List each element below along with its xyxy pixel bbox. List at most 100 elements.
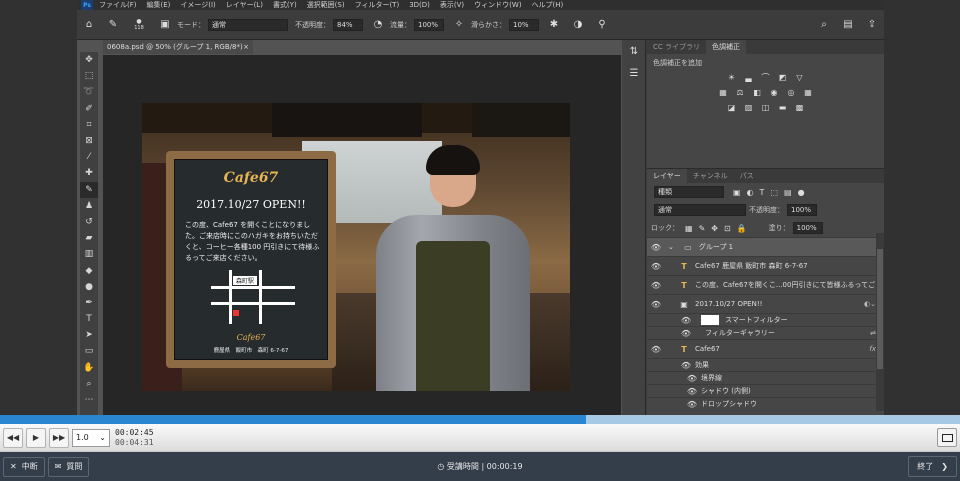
lock-all-icon[interactable]: 🔒 [737, 224, 747, 233]
fullscreen-button[interactable] [937, 428, 957, 447]
menu-edit[interactable]: 編集(E) [147, 0, 171, 10]
brush-settings-icon[interactable]: ▣ [158, 18, 172, 32]
visibility-eye-icon[interactable]: 👁 [677, 361, 695, 370]
menu-file[interactable]: ファイル(F) [99, 0, 137, 10]
move-tool-icon[interactable]: ✥ [80, 52, 98, 68]
filter-smart-icon[interactable]: ▤ [784, 188, 792, 197]
layer-sub-row[interactable]: 👁 シャドウ (内側) [647, 384, 884, 397]
visibility-eye-icon[interactable]: 👁 [683, 374, 701, 383]
menu-help[interactable]: ヘルプ(H) [532, 0, 564, 10]
layer-effects-icon[interactable]: fx [869, 345, 876, 353]
filter-adjust-icon[interactable]: ◐ [747, 188, 754, 197]
history-brush-tool-icon[interactable]: ↺ [80, 214, 98, 230]
lock-artboard-icon[interactable]: ⊡ [724, 224, 731, 233]
layer-sub-row[interactable]: 👁 ドロップシャドウ [647, 397, 884, 410]
menu-select[interactable]: 選択範囲(S) [307, 0, 345, 10]
shape-tool-icon[interactable]: ▭ [80, 343, 98, 359]
vibrance-icon[interactable]: ▽ [792, 72, 807, 83]
layer-sub-row[interactable]: 👁 効果 [647, 358, 884, 371]
rewind-button[interactable]: ◀◀ [3, 427, 23, 448]
brightness-icon[interactable]: ☀ [724, 72, 739, 83]
canvas-image[interactable]: Cafe67 2017.10/27 OPEN!! この度、Cafe67 を開くこ… [142, 103, 570, 391]
eraser-tool-icon[interactable]: ▰ [80, 230, 98, 246]
visibility-eye-icon[interactable]: 👁 [677, 316, 695, 325]
selective-color-icon[interactable]: ▩ [792, 102, 807, 113]
black-white-icon[interactable]: ◧ [750, 87, 765, 98]
smoothing-field[interactable]: 10% [509, 18, 539, 31]
layer-sub-row[interactable]: 👁 境界線 [647, 371, 884, 384]
posterize-icon[interactable]: ▨ [741, 102, 756, 113]
flow-field[interactable]: 100% [414, 18, 444, 31]
eyedropper-tool-icon[interactable]: ⁄ [80, 149, 98, 165]
tab-paths[interactable]: パス [734, 169, 760, 183]
zoom-tool-icon[interactable]: ⌕ [80, 376, 98, 392]
menu-view[interactable]: 表示(V) [440, 0, 464, 10]
fast-forward-button[interactable]: ▶▶ [49, 427, 69, 448]
visibility-eye-icon[interactable]: 👁 [647, 345, 665, 354]
lock-paint-icon[interactable]: ✎ [699, 224, 706, 233]
filter-type-icon[interactable]: T [760, 188, 765, 197]
gradient-map-icon[interactable]: ▬ [775, 102, 790, 113]
close-tab-icon[interactable]: × [243, 40, 249, 54]
blend-mode-select[interactable]: 通常 [654, 204, 746, 216]
play-button[interactable]: ▶ [26, 427, 46, 448]
lock-pixels-icon[interactable]: ▦ [685, 224, 693, 233]
visibility-eye-icon[interactable]: 👁 [683, 387, 701, 396]
hue-saturation-icon[interactable]: ▦ [716, 87, 731, 98]
tab-layers[interactable]: レイヤー [647, 169, 687, 183]
layer-opacity-field[interactable]: 100% [787, 204, 817, 216]
layer-row[interactable]: 👁 T Cafe67 鹿屋県 飯町市 森町 6-7-67 [647, 256, 884, 275]
healing-brush-tool-icon[interactable]: ✚ [80, 165, 98, 181]
brush-tool-icon[interactable]: ✎ [106, 18, 120, 32]
expand-chevron-icon[interactable]: ⌄ [668, 243, 674, 251]
video-progress-bar[interactable] [0, 415, 960, 424]
playback-speed-select[interactable]: 1.0 ⌄ [72, 428, 110, 447]
pressure-opacity-icon[interactable]: ◔ [371, 18, 385, 32]
menu-window[interactable]: ウィンドウ(W) [474, 0, 521, 10]
visibility-eye-icon[interactable]: 👁 [677, 329, 695, 338]
layer-sub-row[interactable]: 👁 フィルターギャラリー ⇌ [647, 326, 884, 339]
menu-image[interactable]: イメージ(I) [180, 0, 215, 10]
opacity-field[interactable]: 84% [333, 18, 363, 31]
color-balance-icon[interactable]: ⚖ [733, 87, 748, 98]
photo-filter-icon[interactable]: ◉ [767, 87, 782, 98]
gradient-tool-icon[interactable]: ▥ [80, 246, 98, 262]
workspace-icon[interactable]: ▤ [841, 18, 855, 32]
layer-row-group[interactable]: 👁 ⌄ ▭ グループ 1 [647, 237, 884, 256]
exposure-icon[interactable]: ◩ [775, 72, 790, 83]
mode-select[interactable]: 通常 [208, 18, 288, 31]
layer-row[interactable]: 👁 T この度、Cafe67を開くこ...00円引きにて皆様ふるってご [647, 275, 884, 294]
home-icon[interactable]: ⌂ [82, 18, 96, 32]
menu-type[interactable]: 書式(Y) [273, 0, 297, 10]
layer-kind-select[interactable]: 種類 [654, 186, 724, 198]
menu-layer[interactable]: レイヤー(L) [226, 0, 263, 10]
visibility-eye-icon[interactable]: 👁 [647, 262, 665, 271]
visibility-eye-icon[interactable]: 👁 [647, 300, 665, 309]
lasso-tool-icon[interactable]: ➰ [80, 84, 98, 100]
document-tab[interactable]: 0608a.psd @ 50% (グループ 1, RGB/8*) × [103, 40, 253, 54]
share-icon[interactable]: ⇪ [865, 18, 879, 32]
more-tools-icon[interactable]: ⋯ [80, 392, 98, 408]
pen-tool-icon[interactable]: ✒ [80, 295, 98, 311]
menu-filter[interactable]: フィルター(T) [355, 0, 400, 10]
frame-tool-icon[interactable]: ⊠ [80, 133, 98, 149]
layer-sub-row[interactable]: 👁 スマートフィルター [647, 313, 884, 326]
curves-icon[interactable]: ⌒ [758, 72, 773, 83]
levels-icon[interactable]: ▃ [741, 72, 756, 83]
color-lookup-icon[interactable]: ▦ [801, 87, 816, 98]
layers-scrollbar[interactable] [876, 233, 884, 411]
hand-tool-icon[interactable]: ✋ [80, 360, 98, 376]
stop-button[interactable]: ✕ 中断 [3, 456, 45, 477]
channel-mixer-icon[interactable]: ◎ [784, 87, 799, 98]
end-button[interactable]: 終了 ❯ [908, 456, 957, 477]
dodge-tool-icon[interactable]: ● [80, 279, 98, 295]
tab-adjustments[interactable]: 色調補正 [706, 40, 747, 54]
threshold-icon[interactable]: ◫ [758, 102, 773, 113]
filter-pixel-icon[interactable]: ▣ [733, 188, 741, 197]
fill-field[interactable]: 100% [792, 222, 823, 234]
path-select-tool-icon[interactable]: ➤ [80, 327, 98, 343]
type-tool-icon[interactable]: T [80, 311, 98, 327]
pressure-size-icon[interactable]: ◑ [571, 18, 585, 32]
layer-row[interactable]: 👁 ▣ 2017.10/27 OPEN!! ◐⌄ [647, 294, 884, 313]
history-panel-icon[interactable]: ⇅ [622, 40, 646, 62]
